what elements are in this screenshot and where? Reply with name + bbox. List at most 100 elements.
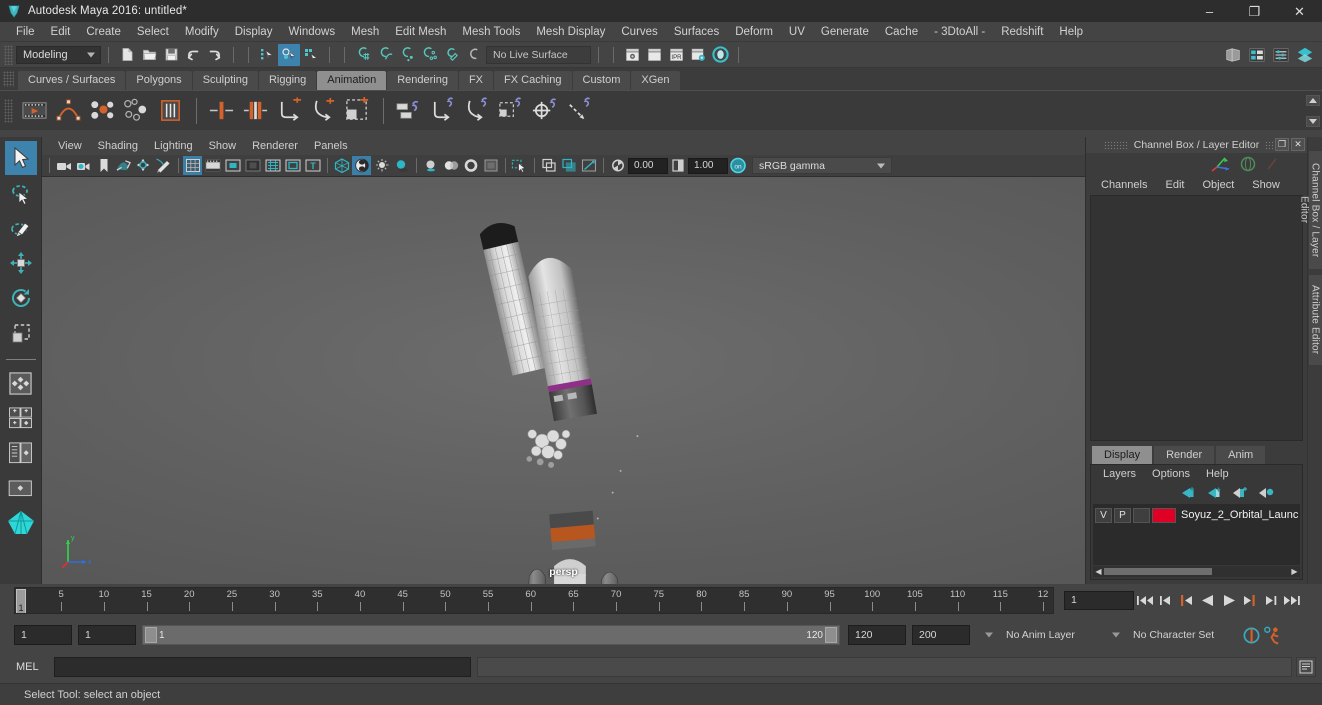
parent-constraint-icon[interactable]	[392, 95, 424, 127]
range-slider-bar[interactable]: 1 120	[142, 625, 840, 645]
gamma-field[interactable]: 1.00	[688, 157, 728, 174]
snap-to-view-plane-icon[interactable]	[440, 44, 462, 66]
create-layer-from-selected-icon[interactable]	[1206, 486, 1222, 500]
use-default-lighting-icon[interactable]	[372, 156, 391, 175]
auto-keyframe-icon[interactable]	[1241, 624, 1262, 646]
bookmark-icon[interactable]	[94, 156, 113, 175]
ik-handle-icon[interactable]	[273, 95, 305, 127]
wireframe-shading-icon[interactable]	[332, 156, 351, 175]
menu-mesh-display[interactable]: Mesh Display	[528, 22, 613, 42]
layer-tab-render[interactable]: Render	[1154, 446, 1215, 464]
channel-box-list[interactable]	[1090, 195, 1303, 441]
close-panel-button[interactable]: ✕	[1291, 138, 1305, 151]
script-editor-icon[interactable]	[1296, 657, 1316, 677]
step-back-frame-icon[interactable]	[1176, 589, 1197, 611]
side-tab-channel-box[interactable]: Channel Box / Layer Editor	[1299, 151, 1322, 269]
menu-select[interactable]: Select	[129, 22, 177, 42]
two-d-pan-zoom-icon[interactable]	[134, 156, 153, 175]
last-tool-used[interactable]	[5, 366, 37, 400]
character-set-dropdown-arrow[interactable]	[1103, 625, 1125, 645]
rotate-tool[interactable]	[5, 281, 37, 315]
add-selected-to-layer-icon[interactable]	[1258, 486, 1274, 500]
play-backwards-icon[interactable]	[1197, 589, 1218, 611]
xray-joints-icon[interactable]	[579, 156, 598, 175]
range-end-field[interactable]: 120	[848, 625, 906, 645]
ghosting-icon[interactable]	[86, 95, 118, 127]
open-scene-icon[interactable]	[138, 44, 160, 66]
hypershade-icon[interactable]	[709, 44, 731, 66]
step-forward-frame-icon[interactable]	[1239, 589, 1260, 611]
undo-icon[interactable]	[182, 44, 204, 66]
ipr-render-icon[interactable]: IPR	[665, 44, 687, 66]
channelbox-menu-show[interactable]: Show	[1243, 179, 1289, 191]
layer-list-hscrollbar[interactable]: ◀ ▶	[1093, 566, 1300, 577]
live-surface-field[interactable]: No Live Surface	[486, 45, 591, 64]
go-to-end-icon[interactable]	[1281, 589, 1302, 611]
menu-modify[interactable]: Modify	[177, 22, 227, 42]
go-to-start-icon[interactable]	[1134, 589, 1155, 611]
shadows-icon[interactable]	[392, 156, 411, 175]
select-by-object-type-icon[interactable]	[278, 43, 300, 66]
menu-redshift[interactable]: Redshift	[993, 22, 1051, 42]
step-forward-keyframe-icon[interactable]	[1260, 589, 1281, 611]
menu-edit-mesh[interactable]: Edit Mesh	[387, 22, 454, 42]
current-time-indicator[interactable]: 1	[16, 588, 26, 613]
exposure-icon[interactable]	[608, 156, 627, 175]
set-breakdown-key-icon[interactable]	[239, 95, 271, 127]
create-empty-layer-icon[interactable]	[1180, 486, 1196, 500]
new-scene-icon[interactable]	[116, 44, 138, 66]
viewport-menu-show[interactable]: Show	[201, 137, 245, 155]
shelf-tab-sculpting[interactable]: Sculpting	[192, 71, 258, 90]
set-key-icon[interactable]	[205, 95, 237, 127]
step-back-keyframe-icon[interactable]	[1155, 589, 1176, 611]
layer-menu-options[interactable]: Options	[1144, 468, 1198, 480]
safe-title-icon[interactable]: T	[303, 156, 322, 175]
color-management-icon[interactable]: on	[728, 156, 747, 175]
anim-layer-dropdown-arrow[interactable]	[976, 625, 998, 645]
image-plane-icon[interactable]	[114, 156, 133, 175]
render-sequence-icon[interactable]	[643, 44, 665, 66]
resolution-gate-icon[interactable]	[223, 156, 242, 175]
anim-layer-field[interactable]: No Anim Layer	[998, 625, 1103, 645]
shelf-scroll-down-icon[interactable]	[1306, 116, 1320, 127]
menu-curves[interactable]: Curves	[613, 22, 665, 42]
channelbox-menu-channels[interactable]: Channels	[1092, 179, 1156, 191]
shelf-tab-fx-caching[interactable]: FX Caching	[494, 71, 572, 90]
menu-generate[interactable]: Generate	[813, 22, 877, 42]
layer-shading-toggle[interactable]	[1133, 507, 1150, 523]
motion-trail-icon[interactable]	[120, 95, 152, 127]
layer-menu-layers[interactable]: Layers	[1095, 468, 1144, 480]
exposure-field[interactable]: 0.00	[628, 157, 668, 174]
smooth-shade-all-icon[interactable]	[352, 156, 371, 175]
axis-orient-icon[interactable]	[1209, 155, 1231, 173]
snap-to-projected-center-icon[interactable]	[418, 44, 440, 66]
menu-display[interactable]: Display	[227, 22, 281, 42]
statusline-grip[interactable]	[4, 44, 13, 65]
channelbox-menu-object[interactable]: Object	[1193, 179, 1243, 191]
menu-set-selector[interactable]: Modeling	[16, 45, 101, 64]
menu-create[interactable]: Create	[78, 22, 129, 42]
show-hide-modeling-toolkit-icon[interactable]	[1222, 44, 1244, 66]
field-chart-icon[interactable]	[263, 156, 282, 175]
screen-space-ao-icon[interactable]	[421, 156, 440, 175]
scale-tool[interactable]	[5, 316, 37, 350]
layer-visibility-toggle[interactable]: V	[1095, 507, 1112, 523]
animation-start-field[interactable]: 1	[14, 625, 72, 645]
single-perspective-layout[interactable]	[5, 506, 37, 540]
menu-mesh-tools[interactable]: Mesh Tools	[454, 22, 528, 42]
shelf-tab-polygons[interactable]: Polygons	[126, 71, 192, 90]
ik-spline-handle-icon[interactable]	[307, 95, 339, 127]
range-start-field[interactable]: 1	[78, 625, 136, 645]
shelf-tab-animation[interactable]: Animation	[317, 71, 387, 90]
playblast-icon[interactable]	[18, 95, 50, 127]
viewport-menu-view[interactable]: View	[50, 137, 90, 155]
shelf-scroll-arrows[interactable]	[1306, 95, 1320, 127]
menu-edit[interactable]: Edit	[43, 22, 79, 42]
set-key-curve-icon[interactable]	[52, 95, 84, 127]
snap-to-point-icon[interactable]	[396, 44, 418, 66]
shelf-row-grip[interactable]	[4, 99, 13, 123]
menu-help[interactable]: Help	[1051, 22, 1091, 42]
viewport-menu-lighting[interactable]: Lighting	[146, 137, 201, 155]
shelf-tab-custom[interactable]: Custom	[572, 71, 631, 90]
gamma-icon[interactable]	[668, 156, 687, 175]
